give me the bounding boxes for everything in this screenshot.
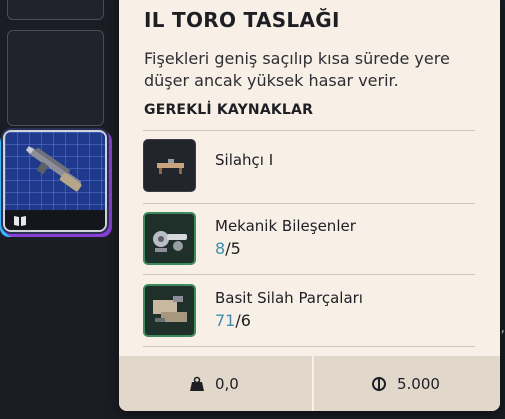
resource-need: 5 bbox=[230, 239, 241, 258]
resource-count: 71/6 bbox=[215, 311, 251, 330]
resource-have: 8 bbox=[215, 239, 226, 258]
inventory-slot-selected-blueprint[interactable] bbox=[3, 130, 107, 232]
footer-divider bbox=[312, 356, 314, 411]
weight-icon bbox=[190, 376, 204, 391]
resource-need: 6 bbox=[240, 311, 251, 330]
shotgun-icon bbox=[25, 146, 82, 192]
resource-row: Silahçı I bbox=[143, 139, 475, 210]
resource-name: Silahçı I bbox=[215, 151, 274, 169]
resource-name: Mekanik Bileşenler bbox=[215, 217, 356, 235]
item-description: Fişekleri geniş saçılıp kısa sürede yere… bbox=[144, 49, 450, 90]
resource-name: Basit Silah Parçaları bbox=[215, 289, 363, 307]
item-tooltip: IL TORO TASLAĞI Fişekleri geniş saçılıp … bbox=[119, 0, 500, 411]
weight-stat: 0,0 bbox=[189, 356, 239, 411]
coin-icon bbox=[372, 376, 386, 391]
required-resources-title: GEREKLİ KAYNAKLAR bbox=[144, 102, 314, 118]
inventory-slot-empty[interactable] bbox=[7, 30, 104, 126]
weapon-parts-icon bbox=[143, 284, 196, 337]
resource-row: Basit Silah Parçaları 71/6 bbox=[143, 284, 475, 355]
price-stat: 5.000 bbox=[371, 356, 440, 411]
resource-have: 71 bbox=[215, 311, 236, 330]
resource-row: Mekanik Bileşenler 8/5 bbox=[143, 212, 475, 283]
tooltip-footer: 0,0 5.000 bbox=[119, 356, 500, 411]
divider bbox=[143, 130, 475, 131]
mechanical-parts-icon bbox=[143, 212, 196, 265]
workbench-icon bbox=[143, 139, 196, 192]
divider bbox=[143, 274, 475, 275]
price-value: 5.000 bbox=[397, 374, 440, 393]
item-title: IL TORO TASLAĞI bbox=[144, 8, 340, 32]
inventory-slot[interactable] bbox=[7, 0, 104, 20]
divider bbox=[143, 346, 475, 347]
book-icon bbox=[14, 216, 26, 226]
weight-value: 0,0 bbox=[215, 374, 239, 393]
resource-count: 8/5 bbox=[215, 239, 241, 258]
divider bbox=[143, 203, 475, 204]
